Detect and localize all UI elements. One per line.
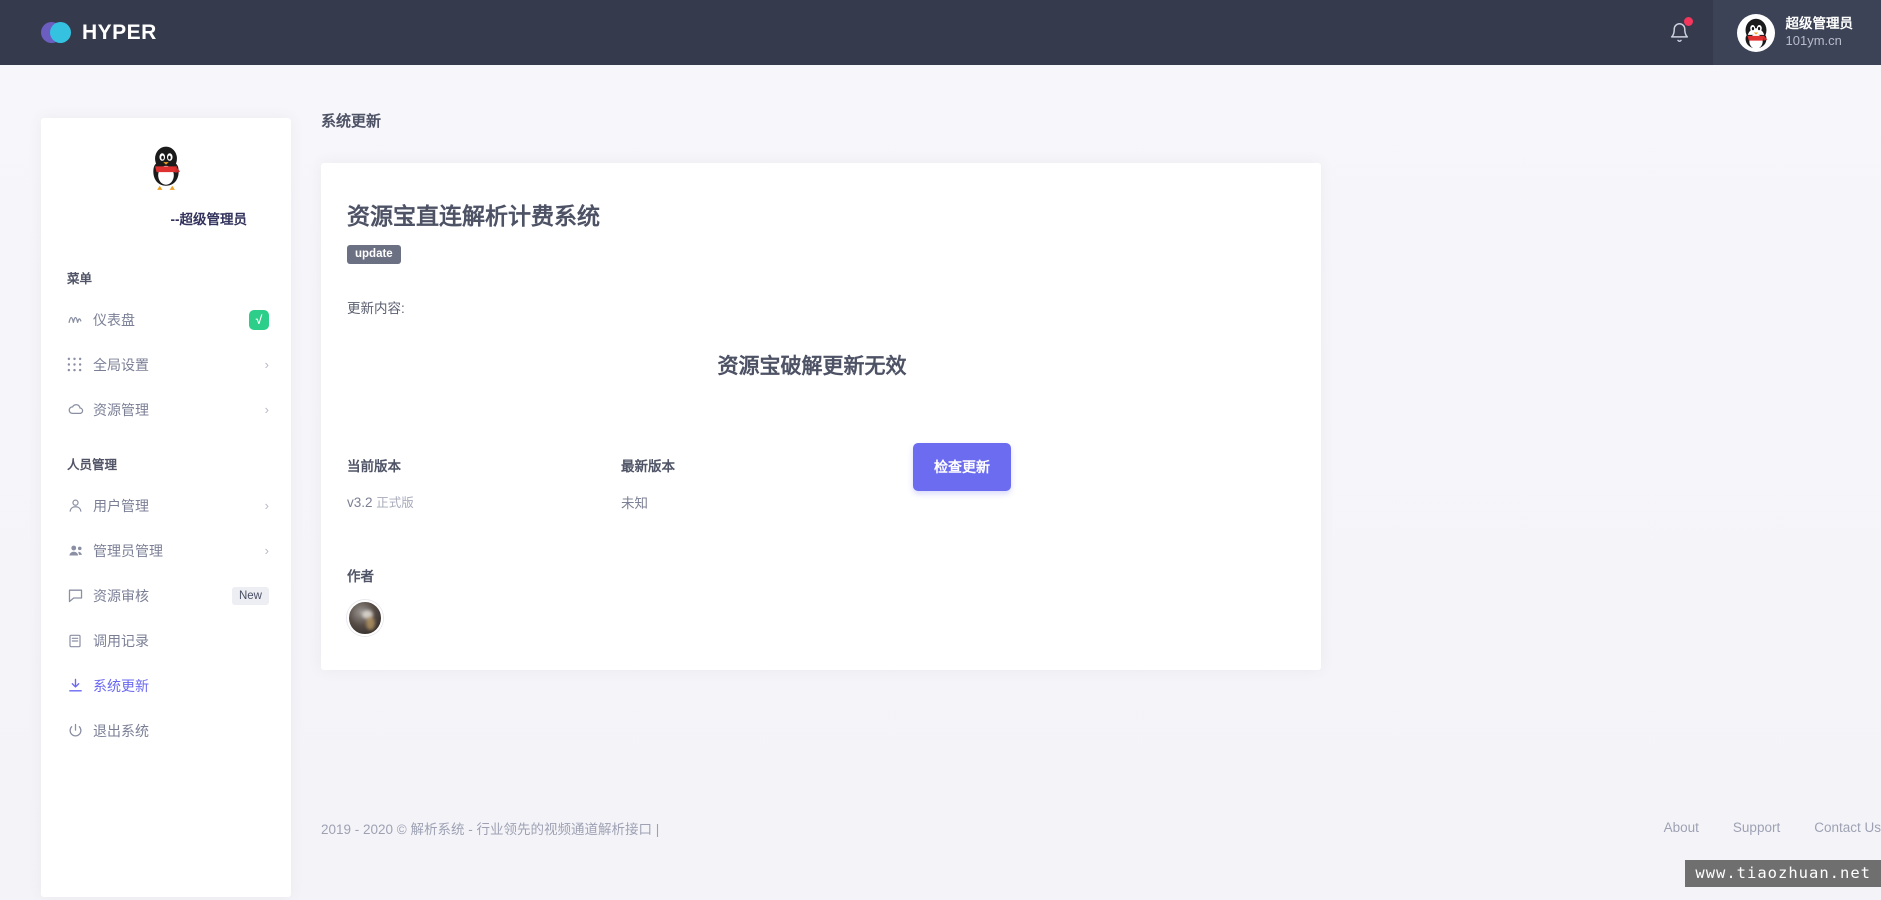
author-avatar	[347, 600, 383, 636]
brand-name: HYPER	[82, 20, 157, 44]
user-menu-button[interactable]: 超级管理员 101ym.cn	[1712, 0, 1881, 65]
sidebar-item-label: 资源审核	[93, 587, 149, 604]
top-header-bar: HYPER 超级管理员 101ym.cn	[0, 0, 1881, 65]
user-icon	[67, 497, 93, 514]
current-version-label: 当前版本	[347, 459, 401, 474]
power-icon	[67, 722, 93, 739]
sidebar-section-title-menu: 菜单	[67, 272, 93, 286]
notification-dot-icon	[1683, 17, 1693, 26]
sidebar-item-resource-review[interactable]: 资源审核 New	[41, 573, 291, 618]
sidebar-item-system-update[interactable]: 系统更新	[41, 663, 291, 708]
user-domain: 101ym.cn	[1785, 32, 1842, 48]
sidebar-item-label: 退出系统	[93, 722, 149, 739]
chevron-right-icon: ›	[264, 402, 269, 417]
footer-links: About Support Contact Us	[1664, 820, 1881, 835]
notifications-button[interactable]	[1647, 0, 1713, 65]
latest-version-label: 最新版本	[621, 459, 675, 474]
update-content-text: 资源宝破解更新无效	[717, 355, 907, 378]
sidebar-avatar	[145, 144, 187, 192]
page-body: --超级管理员 菜单 仪表盘 √ 全局设置 › 资源管理 › 人员管理 用户管理…	[0, 65, 1881, 900]
avatar	[1736, 13, 1775, 52]
sidebar-section-title-personnel: 人员管理	[67, 458, 118, 472]
sidebar-item-label: 仪表盘	[93, 311, 135, 328]
footer-link-about[interactable]: About	[1664, 820, 1699, 835]
server-icon	[67, 633, 93, 649]
sidebar-item-user-management[interactable]: 用户管理 ›	[41, 483, 291, 528]
footer-link-contact-us[interactable]: Contact Us	[1814, 820, 1881, 835]
activity-icon	[67, 311, 93, 328]
sidebar-item-label: 资源管理	[93, 401, 149, 418]
message-icon	[67, 587, 93, 604]
qq-penguin-icon	[1745, 18, 1767, 49]
user-name: 超级管理员	[1785, 15, 1854, 31]
footer-copyright: 2019 - 2020 © 解析系统 - 行业领先的视频通道解析接口 |	[321, 821, 660, 837]
update-tag-badge: update	[347, 245, 401, 264]
sidebar-item-global-settings[interactable]: 全局设置 ›	[41, 342, 291, 387]
new-badge: New	[231, 586, 269, 605]
status-badge: √	[249, 309, 269, 330]
check-update-button[interactable]: 检查更新	[913, 443, 1011, 491]
version-row: 当前版本 v3.2 正式版 最新版本 未知 检查更新	[347, 443, 1295, 512]
sidebar-item-resource-management[interactable]: 资源管理 ›	[41, 387, 291, 432]
chevron-right-icon: ›	[264, 543, 269, 558]
page-title: 系统更新	[321, 113, 382, 130]
current-version-value: v3.2 正式版	[347, 492, 621, 511]
chevron-right-icon: ›	[264, 498, 269, 513]
author-label: 作者	[347, 569, 374, 584]
sidebar-item-admin-management[interactable]: 管理员管理 ›	[41, 528, 291, 573]
brand-logo-link[interactable]: HYPER	[41, 21, 157, 45]
sidebar-item-label: 系统更新	[93, 677, 149, 694]
chevron-right-icon: ›	[264, 357, 269, 372]
qq-penguin-icon	[153, 146, 181, 190]
user-info: 超级管理员 101ym.cn	[1786, 16, 1854, 49]
watermark: www.tiaozhuan.net	[1685, 860, 1881, 887]
grid-dots-icon	[67, 357, 93, 372]
sidebar-item-dashboard[interactable]: 仪表盘 √	[41, 297, 291, 342]
sidebar-profile: --超级管理员	[41, 144, 291, 232]
footer-link-support[interactable]: Support	[1733, 820, 1780, 835]
latest-version-value: 未知	[621, 496, 648, 511]
sidebar-username: --超级管理员	[170, 212, 248, 227]
hyper-logo-icon	[41, 22, 73, 43]
current-version-number: v3.2	[347, 495, 373, 510]
card-title: 资源宝直连解析计费系统	[347, 203, 600, 229]
footer: 2019 - 2020 © 解析系统 - 行业领先的视频通道解析接口 | Abo…	[321, 755, 1881, 900]
download-icon	[67, 677, 93, 694]
current-version-column: 当前版本 v3.2 正式版	[347, 455, 621, 511]
cloud-icon	[67, 401, 93, 419]
current-version-suffix: 正式版	[376, 496, 414, 510]
sidebar-item-label: 管理员管理	[93, 542, 163, 559]
system-update-card: 资源宝直连解析计费系统 update 更新内容: 资源宝破解更新无效 当前版本 …	[321, 163, 1321, 670]
header-right-group: 超级管理员 101ym.cn	[1647, 0, 1881, 65]
sidebar-item-call-records[interactable]: 调用记录	[41, 618, 291, 663]
sidebar-item-label: 调用记录	[93, 632, 149, 649]
sidebar: --超级管理员 菜单 仪表盘 √ 全局设置 › 资源管理 › 人员管理 用户管理…	[41, 118, 291, 897]
sidebar-item-label: 全局设置	[93, 356, 149, 373]
sidebar-item-logout[interactable]: 退出系统	[41, 708, 291, 753]
latest-version-column: 最新版本 未知	[621, 455, 895, 512]
update-content-label: 更新内容:	[347, 301, 405, 316]
users-icon	[67, 542, 93, 560]
sidebar-item-label: 用户管理	[93, 497, 149, 514]
